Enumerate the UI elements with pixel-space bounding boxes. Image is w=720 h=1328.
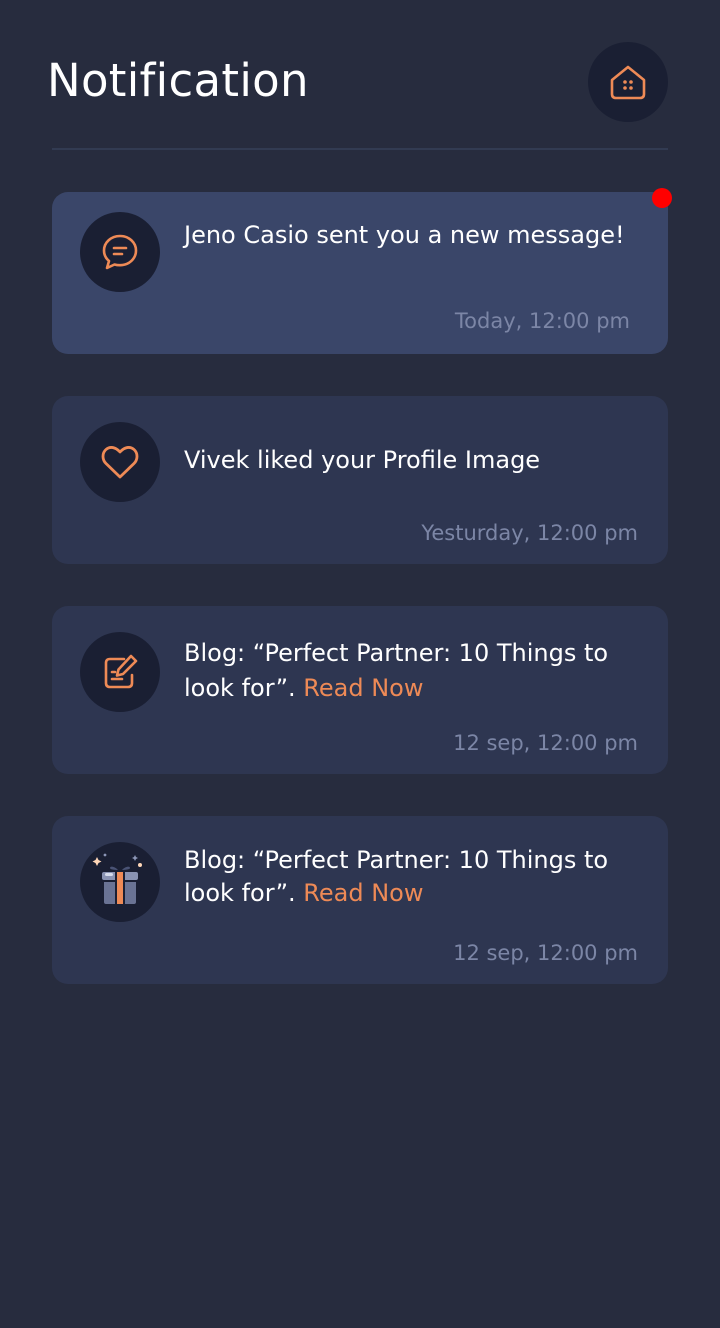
read-now-link[interactable]: Read Now xyxy=(303,674,423,702)
notification-icon-wrap xyxy=(80,632,160,712)
unread-dot xyxy=(652,188,672,208)
header: Notification xyxy=(47,40,668,122)
heart-icon xyxy=(101,446,139,479)
home-icon xyxy=(610,65,646,100)
notification-icon-wrap xyxy=(80,422,160,502)
notification-card[interactable]: Jeno Casio sent you a new message! Today… xyxy=(52,188,672,354)
notification-time: Today, 12:00 pm xyxy=(454,309,630,333)
notification-icon-wrap xyxy=(80,212,160,292)
page-title: Notification xyxy=(47,54,309,107)
notification-time: Yesturday, 12:00 pm xyxy=(421,521,638,545)
notification-icon-wrap xyxy=(80,842,160,922)
notification-time: 12 sep, 12:00 pm xyxy=(453,941,638,965)
notification-message: Jeno Casio sent you a new message! xyxy=(184,221,625,249)
read-now-link[interactable]: Read Now xyxy=(303,879,423,907)
notification-message: Blog: “Perfect Partner: 10 Things to loo… xyxy=(184,639,609,702)
edit-note-icon xyxy=(104,654,138,689)
gift-icon xyxy=(92,853,142,906)
notification-message: Vivek liked your Profile Image xyxy=(184,446,541,474)
header-divider xyxy=(52,148,668,150)
home-button[interactable] xyxy=(588,42,668,122)
notification-time: 12 sep, 12:00 pm xyxy=(453,731,638,755)
notification-card[interactable]: Blog: “Perfect Partner: 10 Things to loo… xyxy=(52,816,668,984)
notification-card[interactable]: Blog: “Perfect Partner: 10 Things to loo… xyxy=(52,606,668,774)
notification-card[interactable]: Vivek liked your Profile Image Yesturday… xyxy=(52,396,668,564)
chat-bubble-icon xyxy=(102,234,138,270)
notification-message: Blog: “Perfect Partner: 10 Things to loo… xyxy=(184,846,609,907)
